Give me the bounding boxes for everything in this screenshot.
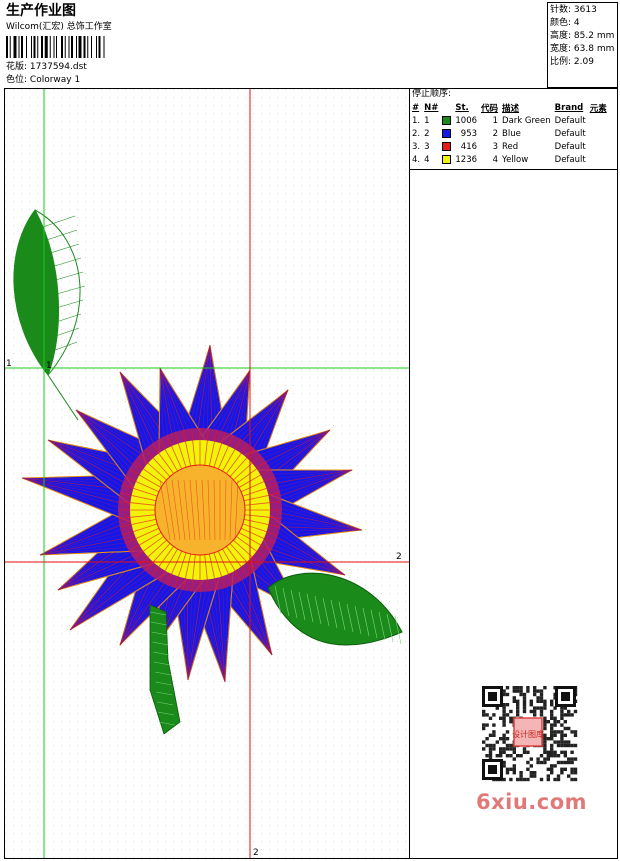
cell-swatch: [440, 153, 453, 166]
axis-label-v2: 2: [253, 848, 259, 858]
cell-stitches: 1236: [455, 154, 478, 165]
stat-label: 高度: [550, 31, 569, 41]
col-order: #: [412, 102, 420, 113]
cell-code: 2: [492, 128, 499, 139]
colorway-label: 色位:: [6, 75, 28, 85]
cell-brand: Default: [554, 154, 586, 165]
stat-value: 4: [573, 18, 580, 28]
axis-label-v1: 1: [46, 361, 52, 371]
design-value: 1737594.dst: [29, 62, 87, 72]
cell-element: [588, 127, 609, 140]
cell-n: 4: [424, 154, 430, 165]
design-label: 花版:: [6, 62, 28, 72]
cell-n: 3: [424, 141, 430, 152]
stat-label: 颜色: [550, 18, 569, 28]
stop-list-title: 停止顺序:: [412, 89, 452, 99]
stat-label: 针数: [550, 5, 569, 15]
cell-code: 4: [492, 154, 499, 165]
cell-description: Red: [502, 141, 519, 152]
qr-seal-text: 设计图库: [512, 729, 544, 739]
cell-code: 1: [492, 115, 499, 126]
cell-order: 1.: [412, 115, 421, 126]
stat-height: 高度: 85.2 mm: [550, 31, 615, 41]
col-description: 描述: [502, 103, 520, 114]
axis-label-h2: 2: [396, 552, 402, 562]
cell-swatch: [440, 114, 453, 127]
axis-label-h1: 1: [6, 359, 12, 369]
color-swatch: [442, 128, 452, 138]
stat-stitches: 针数: 3613: [550, 5, 597, 15]
cell-description: Blue: [502, 128, 521, 139]
stat-scale: 比例: 2.09: [550, 57, 594, 67]
cell-brand: Default: [554, 141, 586, 152]
company-name: Wilcom(汇宏) 总饰工作室: [6, 22, 112, 32]
cell-order: 2.: [412, 128, 421, 139]
cell-swatch: [440, 127, 453, 140]
col-swatch: [440, 101, 453, 114]
cell-stitches: 416: [460, 141, 478, 152]
col-element: 元素: [589, 103, 607, 114]
cell-stitches: 953: [460, 128, 478, 139]
flower-center: [118, 428, 282, 592]
stat-value: 85.2 mm: [573, 31, 615, 41]
stat-colors: 颜色: 4: [550, 18, 580, 28]
table-row: 3. 3 416 3 Red Default: [410, 140, 609, 153]
cell-element: [588, 114, 609, 127]
table-header-row: # N# St. 代码 描述 Brand 元素: [410, 101, 609, 114]
design-line: 花版: 1737594.dst: [6, 62, 87, 73]
col-code: 代码: [481, 103, 499, 114]
watermark-text: 6xiu.com: [476, 790, 588, 814]
cell-element: [588, 153, 609, 166]
cell-brand: Default: [554, 128, 586, 139]
cell-description: Yellow: [502, 154, 529, 165]
stop-sequence-table: # N# St. 代码 描述 Brand 元素 1. 1 1006 1 Dark Gre…: [410, 101, 609, 166]
cell-description: Dark Green: [502, 115, 551, 126]
stat-value: 63.8 mm: [573, 44, 615, 54]
color-swatch: [442, 154, 452, 164]
col-brand: Brand: [554, 102, 584, 113]
cell-swatch: [440, 140, 453, 153]
page-title: 生产作业图: [6, 3, 76, 19]
stat-label: 比例: [550, 57, 569, 67]
barcode-image: [6, 36, 105, 58]
colorway-line: 色位: Colorway 1: [6, 75, 80, 86]
stat-label: 宽度: [550, 44, 569, 54]
cell-n: 1: [424, 115, 430, 126]
colorway-value: Colorway 1: [29, 75, 81, 85]
color-swatch: [442, 115, 452, 125]
table-row: 4. 4 1236 4 Yellow Default: [410, 153, 609, 166]
stat-value: 2.09: [573, 57, 594, 67]
cell-brand: Default: [554, 115, 586, 126]
cell-order: 4.: [412, 154, 421, 165]
col-stitches: St.: [455, 102, 469, 113]
cell-element: [588, 140, 609, 153]
color-swatch: [442, 141, 452, 151]
cell-n: 2: [424, 128, 430, 139]
col-n: N#: [424, 102, 439, 113]
table-row: 1. 1 1006 1 Dark Green Default: [410, 114, 609, 127]
stat-value: 3613: [573, 5, 597, 15]
cell-stitches: 1006: [455, 115, 478, 126]
embroidery-design: [5, 89, 409, 858]
cell-order: 3.: [412, 141, 421, 152]
cell-code: 3: [492, 141, 499, 152]
stat-width: 宽度: 63.8 mm: [550, 44, 615, 54]
table-row: 2. 2 953 2 Blue Default: [410, 127, 609, 140]
